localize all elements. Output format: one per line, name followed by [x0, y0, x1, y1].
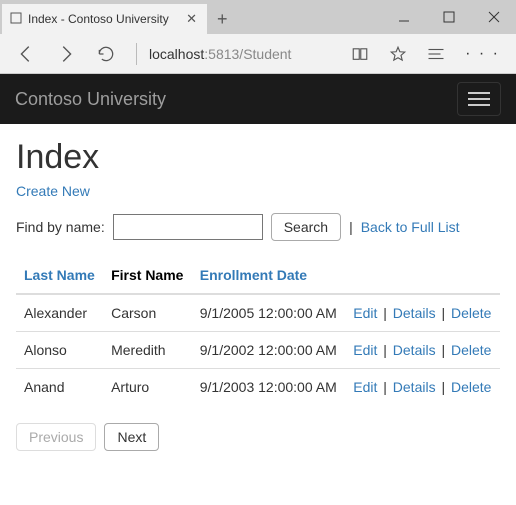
details-link[interactable]: Details [393, 342, 436, 358]
toolbar-separator [136, 43, 137, 65]
table-row: AlexanderCarson9/1/2005 12:00:00 AMEdit … [16, 294, 500, 332]
create-new-link[interactable]: Create New [16, 183, 90, 199]
back-button[interactable] [8, 36, 44, 72]
browser-tab-strip: Index - Contoso University ✕ + [0, 0, 516, 34]
students-table: Last Name First Name Enrollment Date Ale… [16, 257, 500, 405]
tab-title: Index - Contoso University [28, 12, 184, 26]
reading-view-icon[interactable] [343, 37, 377, 71]
previous-button[interactable]: Previous [16, 423, 96, 451]
tab-close-icon[interactable]: ✕ [184, 11, 199, 27]
more-menu-icon[interactable]: · · · [457, 45, 508, 63]
minimize-button[interactable] [381, 0, 426, 34]
next-button[interactable]: Next [104, 423, 159, 451]
search-button[interactable]: Search [271, 213, 341, 241]
refresh-button[interactable] [88, 36, 124, 72]
cell-first-name: Meredith [103, 332, 192, 369]
reading-list-icon[interactable] [419, 37, 453, 71]
delete-link[interactable]: Delete [451, 379, 491, 395]
torn-edge-decoration [0, 461, 516, 501]
favorite-star-icon[interactable] [381, 37, 415, 71]
maximize-button[interactable] [426, 0, 471, 34]
search-row: Find by name: Search | Back to Full List [16, 213, 500, 241]
forward-button[interactable] [48, 36, 84, 72]
page-icon [10, 12, 22, 27]
table-row: AnandArturo9/1/2003 12:00:00 AMEdit | De… [16, 369, 500, 406]
address-bar[interactable]: localhost:5813/Student [149, 46, 291, 62]
window-controls [381, 0, 516, 34]
col-enrollment-date[interactable]: Enrollment Date [192, 257, 346, 294]
details-link[interactable]: Details [393, 305, 436, 321]
new-tab-button[interactable]: + [207, 4, 238, 34]
pager: Previous Next [16, 423, 500, 451]
cell-actions: Edit | Details | Delete [345, 369, 500, 406]
url-host: localhost [149, 46, 204, 62]
cell-last-name: Alonso [16, 332, 103, 369]
cell-first-name: Carson [103, 294, 192, 332]
delete-link[interactable]: Delete [451, 342, 491, 358]
search-label: Find by name: [16, 219, 105, 235]
page-title: Index [16, 138, 500, 177]
cell-enrollment-date: 9/1/2003 12:00:00 AM [192, 369, 346, 406]
close-window-button[interactable] [471, 0, 516, 34]
app-navbar: Contoso University [0, 74, 516, 124]
col-last-name[interactable]: Last Name [16, 257, 103, 294]
back-to-full-list-link[interactable]: Back to Full List [361, 219, 460, 235]
cell-actions: Edit | Details | Delete [345, 294, 500, 332]
cell-enrollment-date: 9/1/2005 12:00:00 AM [192, 294, 346, 332]
col-actions [345, 257, 500, 294]
url-path: :5813/Student [204, 46, 291, 62]
cell-enrollment-date: 9/1/2002 12:00:00 AM [192, 332, 346, 369]
edit-link[interactable]: Edit [353, 379, 377, 395]
edit-link[interactable]: Edit [353, 342, 377, 358]
separator: | [349, 219, 353, 235]
browser-tab[interactable]: Index - Contoso University ✕ [2, 4, 207, 34]
cell-last-name: Alexander [16, 294, 103, 332]
hamburger-menu-icon[interactable] [457, 82, 501, 116]
cell-last-name: Anand [16, 369, 103, 406]
edit-link[interactable]: Edit [353, 305, 377, 321]
browser-toolbar: localhost:5813/Student · · · [0, 34, 516, 74]
details-link[interactable]: Details [393, 379, 436, 395]
delete-link[interactable]: Delete [451, 305, 491, 321]
cell-actions: Edit | Details | Delete [345, 332, 500, 369]
table-row: AlonsoMeredith9/1/2002 12:00:00 AMEdit |… [16, 332, 500, 369]
page-content: Index Create New Find by name: Search | … [0, 124, 516, 451]
col-first-name: First Name [103, 257, 192, 294]
search-input[interactable] [113, 214, 263, 240]
brand-title[interactable]: Contoso University [15, 89, 166, 110]
cell-first-name: Arturo [103, 369, 192, 406]
